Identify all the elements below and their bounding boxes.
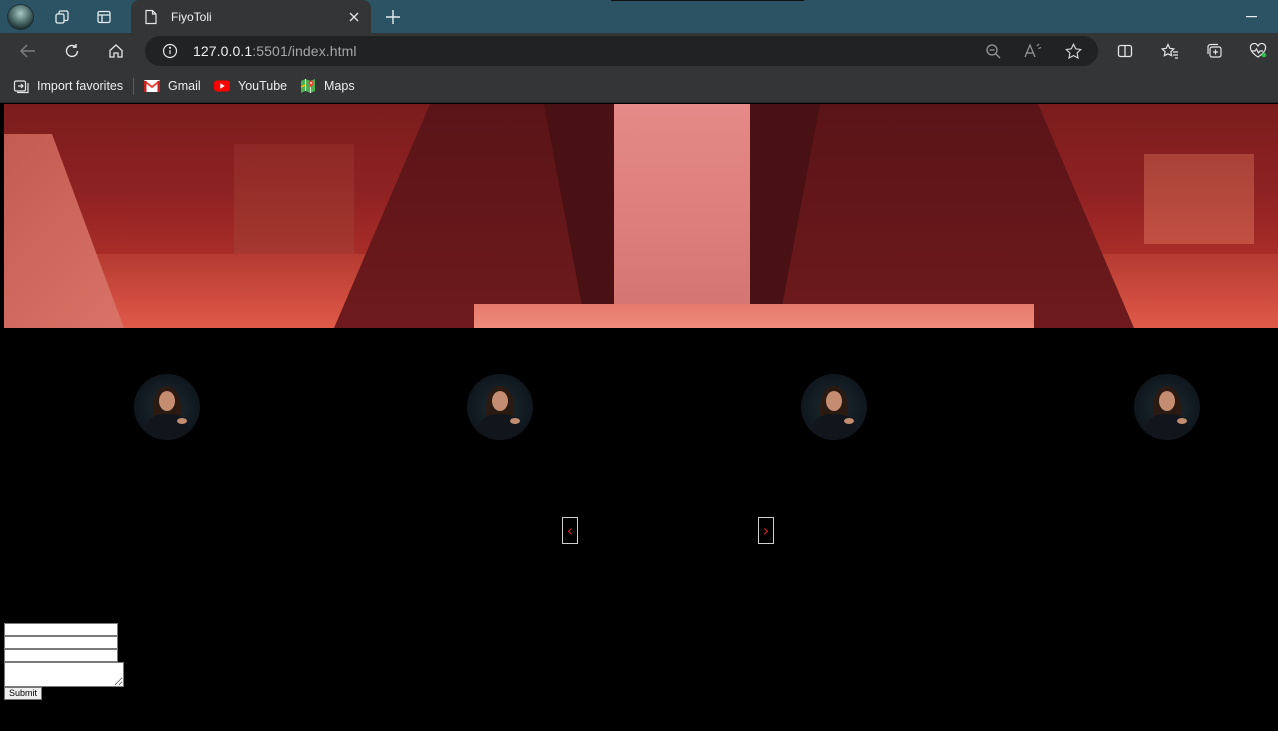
team-avatar [467,374,533,440]
bookmarks-divider [133,78,134,95]
gmail-icon [144,78,160,94]
url-path: :5501/index.html [252,43,357,59]
back-icon[interactable] [14,37,42,65]
home-icon[interactable] [102,37,130,65]
reload-icon[interactable] [58,37,86,65]
split-screen-icon[interactable] [1111,37,1139,65]
browser-toolbar: 127.0.0.1:5501/index.html [0,33,1278,69]
browser-essentials-icon[interactable] [1244,37,1272,65]
import-icon [13,78,29,94]
bookmark-label: Import favorites [37,79,124,93]
slider-prev-button[interactable]: ‹ [562,517,578,544]
submit-button[interactable]: Submit [4,687,43,700]
phone-field[interactable] [4,649,118,662]
favorites-icon[interactable] [1156,37,1184,65]
bookmark-gmail[interactable]: Gmail [144,76,201,96]
collections-icon[interactable] [1200,37,1228,65]
bookmark-maps[interactable]: Maps [300,76,355,96]
tab-title: FiyoToli [171,9,212,24]
workspaces-icon[interactable] [47,4,77,30]
address-bar[interactable]: 127.0.0.1:5501/index.html [145,36,1098,66]
team-avatar [801,374,867,440]
team-avatar [1134,374,1200,440]
name-field[interactable] [4,623,118,636]
bookmark-label: YouTube [238,79,288,93]
hero-banner-image [4,104,1278,328]
bookmark-label: Maps [324,79,355,93]
zoom-out-icon[interactable] [979,37,1007,65]
profile-avatar[interactable] [7,4,34,30]
team-avatar [134,374,200,440]
titlebar-edge [611,0,804,1]
tab-actions-icon[interactable] [89,4,119,30]
contact-form: Submit [4,623,124,700]
new-tab-button[interactable] [378,4,408,30]
tab-fiyotoli[interactable]: FiyoToli [131,0,371,33]
url-text[interactable]: 127.0.0.1:5501/index.html [193,43,357,59]
maps-icon [300,78,316,94]
bookmark-youtube[interactable]: YouTube [214,76,287,96]
site-info-icon[interactable] [160,41,180,61]
window-titlebar: FiyoToli [0,0,1278,33]
slider-next-button[interactable]: › [758,517,774,544]
close-icon[interactable] [341,4,367,30]
page-icon [143,9,159,25]
youtube-icon [214,78,230,94]
bookmark-import-favorites[interactable]: Import favorites [13,76,123,96]
bookmark-label: Gmail [168,79,201,93]
read-aloud-icon[interactable] [1019,37,1047,65]
page-viewport: ‹ › Submit [4,104,1278,731]
email-field[interactable] [4,636,118,649]
favorites-bar: Import favorites Gmail YouTube Maps [0,69,1278,103]
message-field[interactable] [4,662,124,687]
minimize-button[interactable] [1236,4,1266,30]
favorite-star-icon[interactable] [1059,37,1087,65]
url-host: 127.0.0.1 [193,43,253,59]
